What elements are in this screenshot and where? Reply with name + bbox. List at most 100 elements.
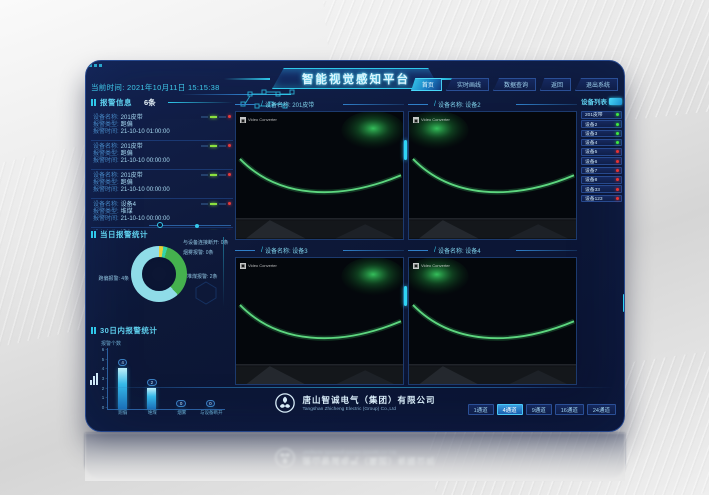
watermark: ▣Video Converter bbox=[240, 263, 277, 269]
device-list-item[interactable]: 设备3 bbox=[581, 130, 622, 138]
video-feed[interactable]: ▣Video Converter bbox=[408, 111, 577, 240]
alarm-type: 报警类型:跑偏 bbox=[93, 122, 233, 129]
device-list-item[interactable]: 设备5 bbox=[581, 148, 622, 156]
current-time: 当前时间: 2021年10月11日 15:15:38 bbox=[91, 82, 220, 93]
device-list-action-button[interactable] bbox=[609, 98, 622, 105]
cell-accent-bar bbox=[404, 140, 407, 160]
watermark-text: Video Converter bbox=[248, 264, 277, 268]
channel-button-4通道[interactable]: 4通道 bbox=[497, 404, 523, 415]
bar-value-label: 2 bbox=[147, 379, 157, 386]
device-status-dot bbox=[616, 141, 619, 144]
watermark-logo-icon: ▣ bbox=[240, 263, 246, 269]
channel-button-1通道[interactable]: 1通道 bbox=[468, 404, 494, 415]
company-logo-icon bbox=[274, 392, 296, 414]
video-cell-title: /设备名称: 201皮带 bbox=[235, 98, 404, 111]
nav-button-2[interactable]: 数据查询 bbox=[493, 78, 536, 91]
slash-decoration: / bbox=[434, 247, 436, 254]
scrollbar-thumb[interactable] bbox=[623, 294, 625, 312]
alarm-status-leds bbox=[201, 202, 231, 205]
company-name-en: Tangshan Zhicheng Electric (Group) Co.,L… bbox=[302, 407, 435, 412]
video-cell[interactable]: /设备名称: 201皮带 ▣Video Converter bbox=[235, 98, 404, 240]
watermark: ▣Video Converter bbox=[240, 117, 277, 123]
divider bbox=[168, 102, 233, 103]
section-marker-icon bbox=[91, 99, 96, 106]
device-status-dot bbox=[616, 197, 619, 200]
video-cell[interactable]: /设备名称: 设备2▣Video Converter bbox=[408, 98, 577, 240]
monthly-stats-title: 30日内报警统计 bbox=[100, 325, 157, 336]
channel-button-16通道[interactable]: 16通道 bbox=[555, 404, 584, 415]
nav-button-3[interactable]: 返回 bbox=[540, 78, 571, 91]
device-list-item[interactable]: 201皮带 bbox=[581, 111, 622, 119]
alarm-donut-chart bbox=[131, 246, 187, 302]
device-name: 设备7 bbox=[585, 167, 597, 174]
alarm-type: 报警类型:堆煤 bbox=[93, 209, 233, 216]
alarm-time: 报警时间:21-10-10 00:00:00 bbox=[93, 187, 233, 194]
cell-accent-bar bbox=[404, 286, 407, 306]
channel-button-24通道[interactable]: 24通道 bbox=[587, 404, 616, 415]
title-wing-left bbox=[224, 78, 270, 80]
device-name: 设备4 bbox=[585, 139, 597, 146]
bar-value-label: 4 bbox=[118, 359, 128, 366]
video-feed[interactable]: ▣Video Converter bbox=[235, 111, 404, 240]
panel-reflection: 唐山智诚电气（集团）有限公司 Tangshan Zhicheng Electri… bbox=[85, 433, 625, 479]
device-list-item[interactable]: 设备33 bbox=[581, 185, 622, 193]
video-cell[interactable]: /设备名称: 设备4▣Video Converter bbox=[408, 244, 577, 386]
video-feed[interactable]: ▣Video Converter bbox=[408, 257, 577, 386]
node-line-decoration bbox=[223, 237, 224, 307]
reflection-fade bbox=[85, 433, 625, 481]
video-grid: /设备名称: 201皮带▣Video Converter/设备名称: 设备2▣V… bbox=[235, 98, 577, 385]
decorative-slider[interactable] bbox=[149, 225, 231, 226]
slash-decoration: / bbox=[434, 101, 436, 108]
alarm-panel-title: 报警信息 bbox=[100, 97, 132, 108]
device-list-item[interactable]: 设备7 bbox=[581, 167, 622, 175]
hexagon-decoration bbox=[195, 281, 217, 305]
donut-label: 与设备连接断开: 0条 bbox=[183, 239, 229, 246]
video-cell-title: /设备名称: 设备2 bbox=[408, 98, 577, 111]
device-name: 设备33 bbox=[585, 186, 600, 193]
device-status-dot bbox=[616, 123, 619, 126]
alarm-type: 报警类型:跑偏 bbox=[93, 180, 233, 187]
video-cell[interactable]: /设备名称: 设备3▣Video Converter bbox=[235, 244, 404, 386]
device-name: 设备2 bbox=[585, 121, 597, 128]
device-status-dot bbox=[616, 169, 619, 172]
header-nav: 首页实时画线数据查询返回退出系统 bbox=[411, 78, 618, 91]
device-list-item[interactable]: 设备8 bbox=[581, 176, 622, 184]
alarm-time: 报警时间:21-10-10 01:00:00 bbox=[93, 129, 233, 136]
device-list-item[interactable]: 设备2 bbox=[581, 120, 622, 128]
device-status-dot bbox=[616, 188, 619, 191]
alarm-item[interactable]: 设备名称:201皮带报警类型:跑偏报警时间:21-10-10 00:00:00 bbox=[91, 170, 233, 199]
device-status-dot bbox=[616, 178, 619, 181]
section-marker-icon bbox=[91, 231, 96, 238]
bar-chart-ylabel: 报警个数 bbox=[101, 340, 233, 347]
alarm-count-badge: 6条 bbox=[144, 97, 156, 108]
donut-label: 跑偏报警: 4条 bbox=[91, 275, 129, 282]
device-list: 201皮带设备2 设备3 设备4 设备5 设备6 设备7 设备8 设备33 设备123 bbox=[581, 111, 622, 202]
donut-label: 烟雾报警: 0条 bbox=[183, 249, 214, 256]
nav-button-1[interactable]: 实时画线 bbox=[446, 78, 489, 91]
section-marker-icon bbox=[91, 327, 96, 334]
alarm-item[interactable]: 设备名称:201皮带报警类型:跑偏报警时间:21-10-10 01:00:00 bbox=[91, 112, 233, 141]
device-name: 设备3 bbox=[585, 130, 597, 137]
nav-button-0[interactable]: 首页 bbox=[411, 78, 442, 91]
footer-divider bbox=[96, 387, 614, 388]
daily-stats-title: 当日报警统计 bbox=[100, 229, 148, 240]
video-feed[interactable]: ▣Video Converter bbox=[235, 257, 404, 386]
device-list-panel: 设备列表 201皮带设备2设备3设备4设备5设备6设备7设备8设备33设备123 bbox=[581, 96, 622, 396]
watermark-text: Video Converter bbox=[248, 118, 277, 122]
alarm-status-leds bbox=[201, 115, 231, 118]
company-name-cn: 唐山智诚电气（集团）有限公司 bbox=[302, 394, 435, 406]
device-list-item[interactable]: 设备4 bbox=[581, 139, 622, 147]
video-cell-title: /设备名称: 设备4 bbox=[408, 244, 577, 257]
device-list-item[interactable]: 设备123 bbox=[581, 195, 622, 203]
nav-button-4[interactable]: 退出系统 bbox=[575, 78, 618, 91]
channel-button-9通道[interactable]: 9通道 bbox=[526, 404, 552, 415]
device-name: 201皮带 bbox=[585, 111, 603, 118]
donut-label: 堆煤报警: 2条 bbox=[187, 273, 218, 280]
device-list-item[interactable]: 设备6 bbox=[581, 157, 622, 165]
device-name: 设备5 bbox=[585, 148, 597, 155]
meter-decoration bbox=[90, 373, 98, 385]
daily-alarm-stats: 当日报警统计 与设备连接断开: 0条烟雾报警: 0条堆煤报警: 2条 跑偏报警: … bbox=[91, 229, 233, 321]
alarm-list: 设备名称:201皮带报警类型:跑偏报警时间:21-10-10 01:00:00设… bbox=[91, 112, 233, 230]
alarm-panel: 报警信息 6条 设备名称:201皮带报警类型:跑偏报警时间:21-10-10 0… bbox=[91, 97, 233, 427]
alarm-item[interactable]: 设备名称:201皮带报警类型:跑偏报警时间:21-10-10 00:00:00 bbox=[91, 141, 233, 170]
